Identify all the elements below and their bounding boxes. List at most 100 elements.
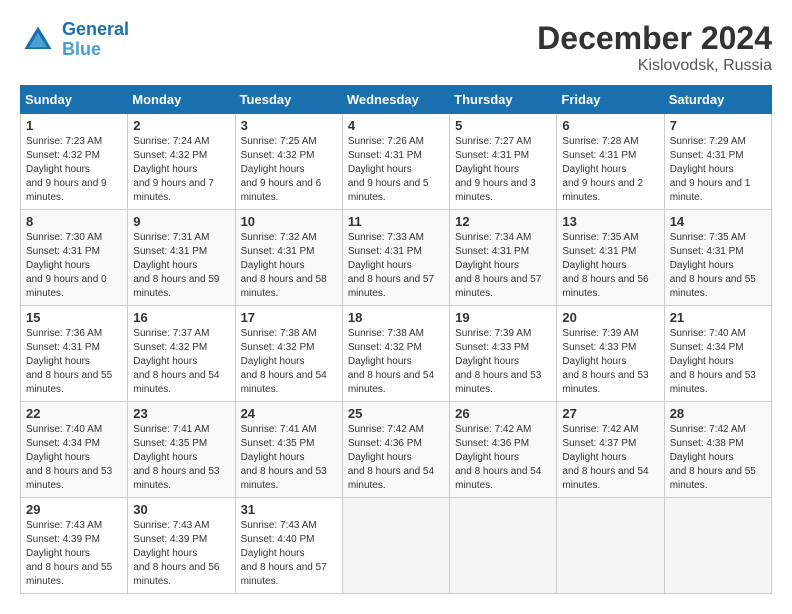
calendar-cell: 3 Sunrise: 7:25 AM Sunset: 4:32 PM Dayli… — [235, 114, 342, 210]
day-number: 2 — [133, 118, 229, 133]
location: Kislovodsk, Russia — [537, 57, 772, 75]
calendar-cell: 15 Sunrise: 7:36 AM Sunset: 4:31 PM Dayl… — [21, 306, 128, 402]
day-info: Sunrise: 7:32 AM Sunset: 4:31 PM Dayligh… — [241, 231, 337, 301]
day-number: 21 — [670, 310, 766, 325]
day-number: 7 — [670, 118, 766, 133]
logo-text: General Blue — [62, 20, 129, 60]
day-number: 17 — [241, 310, 337, 325]
day-info: Sunrise: 7:40 AM Sunset: 4:34 PM Dayligh… — [26, 423, 122, 493]
day-info: Sunrise: 7:26 AM Sunset: 4:31 PM Dayligh… — [348, 135, 444, 205]
month-title: December 2024 — [537, 20, 772, 57]
day-number: 11 — [348, 214, 444, 229]
day-info: Sunrise: 7:42 AM Sunset: 4:36 PM Dayligh… — [455, 423, 551, 493]
page-header: General Blue December 2024 Kislovodsk, R… — [20, 20, 772, 75]
day-number: 31 — [241, 502, 337, 517]
day-number: 25 — [348, 406, 444, 421]
calendar-cell — [557, 498, 664, 594]
calendar-cell: 2 Sunrise: 7:24 AM Sunset: 4:32 PM Dayli… — [128, 114, 235, 210]
day-number: 10 — [241, 214, 337, 229]
day-info: Sunrise: 7:33 AM Sunset: 4:31 PM Dayligh… — [348, 231, 444, 301]
day-number: 9 — [133, 214, 229, 229]
calendar-cell — [664, 498, 771, 594]
day-info: Sunrise: 7:38 AM Sunset: 4:32 PM Dayligh… — [348, 327, 444, 397]
calendar-cell: 8 Sunrise: 7:30 AM Sunset: 4:31 PM Dayli… — [21, 210, 128, 306]
calendar-cell — [450, 498, 557, 594]
day-number: 29 — [26, 502, 122, 517]
day-info: Sunrise: 7:40 AM Sunset: 4:34 PM Dayligh… — [670, 327, 766, 397]
calendar-cell: 30 Sunrise: 7:43 AM Sunset: 4:39 PM Dayl… — [128, 498, 235, 594]
calendar-week-2: 8 Sunrise: 7:30 AM Sunset: 4:31 PM Dayli… — [21, 210, 772, 306]
calendar-cell: 11 Sunrise: 7:33 AM Sunset: 4:31 PM Dayl… — [342, 210, 449, 306]
day-number: 24 — [241, 406, 337, 421]
title-section: December 2024 Kislovodsk, Russia — [537, 20, 772, 75]
calendar-cell: 1 Sunrise: 7:23 AM Sunset: 4:32 PM Dayli… — [21, 114, 128, 210]
calendar-cell: 5 Sunrise: 7:27 AM Sunset: 4:31 PM Dayli… — [450, 114, 557, 210]
weekday-header-thursday: Thursday — [450, 86, 557, 114]
weekday-header-wednesday: Wednesday — [342, 86, 449, 114]
calendar-week-3: 15 Sunrise: 7:36 AM Sunset: 4:31 PM Dayl… — [21, 306, 772, 402]
calendar-cell: 18 Sunrise: 7:38 AM Sunset: 4:32 PM Dayl… — [342, 306, 449, 402]
day-info: Sunrise: 7:43 AM Sunset: 4:39 PM Dayligh… — [133, 519, 229, 589]
day-number: 18 — [348, 310, 444, 325]
day-info: Sunrise: 7:41 AM Sunset: 4:35 PM Dayligh… — [241, 423, 337, 493]
day-number: 20 — [562, 310, 658, 325]
calendar-cell: 14 Sunrise: 7:35 AM Sunset: 4:31 PM Dayl… — [664, 210, 771, 306]
day-info: Sunrise: 7:41 AM Sunset: 4:35 PM Dayligh… — [133, 423, 229, 493]
day-info: Sunrise: 7:43 AM Sunset: 4:39 PM Dayligh… — [26, 519, 122, 589]
day-info: Sunrise: 7:42 AM Sunset: 4:38 PM Dayligh… — [670, 423, 766, 493]
day-info: Sunrise: 7:42 AM Sunset: 4:37 PM Dayligh… — [562, 423, 658, 493]
day-info: Sunrise: 7:39 AM Sunset: 4:33 PM Dayligh… — [455, 327, 551, 397]
calendar-cell: 16 Sunrise: 7:37 AM Sunset: 4:32 PM Dayl… — [128, 306, 235, 402]
logo-icon — [20, 22, 56, 58]
calendar-cell: 27 Sunrise: 7:42 AM Sunset: 4:37 PM Dayl… — [557, 402, 664, 498]
day-number: 23 — [133, 406, 229, 421]
calendar-cell: 26 Sunrise: 7:42 AM Sunset: 4:36 PM Dayl… — [450, 402, 557, 498]
day-info: Sunrise: 7:36 AM Sunset: 4:31 PM Dayligh… — [26, 327, 122, 397]
day-info: Sunrise: 7:35 AM Sunset: 4:31 PM Dayligh… — [562, 231, 658, 301]
calendar-cell: 22 Sunrise: 7:40 AM Sunset: 4:34 PM Dayl… — [21, 402, 128, 498]
calendar-cell: 21 Sunrise: 7:40 AM Sunset: 4:34 PM Dayl… — [664, 306, 771, 402]
day-number: 22 — [26, 406, 122, 421]
weekday-header-tuesday: Tuesday — [235, 86, 342, 114]
calendar-cell: 13 Sunrise: 7:35 AM Sunset: 4:31 PM Dayl… — [557, 210, 664, 306]
day-number: 27 — [562, 406, 658, 421]
day-info: Sunrise: 7:35 AM Sunset: 4:31 PM Dayligh… — [670, 231, 766, 301]
calendar-cell: 7 Sunrise: 7:29 AM Sunset: 4:31 PM Dayli… — [664, 114, 771, 210]
day-number: 14 — [670, 214, 766, 229]
day-number: 3 — [241, 118, 337, 133]
calendar-week-4: 22 Sunrise: 7:40 AM Sunset: 4:34 PM Dayl… — [21, 402, 772, 498]
calendar-cell: 19 Sunrise: 7:39 AM Sunset: 4:33 PM Dayl… — [450, 306, 557, 402]
day-info: Sunrise: 7:34 AM Sunset: 4:31 PM Dayligh… — [455, 231, 551, 301]
day-info: Sunrise: 7:29 AM Sunset: 4:31 PM Dayligh… — [670, 135, 766, 205]
day-info: Sunrise: 7:27 AM Sunset: 4:31 PM Dayligh… — [455, 135, 551, 205]
calendar-cell: 9 Sunrise: 7:31 AM Sunset: 4:31 PM Dayli… — [128, 210, 235, 306]
day-info: Sunrise: 7:42 AM Sunset: 4:36 PM Dayligh… — [348, 423, 444, 493]
weekday-header-saturday: Saturday — [664, 86, 771, 114]
day-info: Sunrise: 7:43 AM Sunset: 4:40 PM Dayligh… — [241, 519, 337, 589]
day-number: 28 — [670, 406, 766, 421]
day-number: 13 — [562, 214, 658, 229]
day-number: 8 — [26, 214, 122, 229]
weekday-header-friday: Friday — [557, 86, 664, 114]
day-info: Sunrise: 7:30 AM Sunset: 4:31 PM Dayligh… — [26, 231, 122, 301]
weekday-header-sunday: Sunday — [21, 86, 128, 114]
day-number: 4 — [348, 118, 444, 133]
day-info: Sunrise: 7:24 AM Sunset: 4:32 PM Dayligh… — [133, 135, 229, 205]
calendar-table: SundayMondayTuesdayWednesdayThursdayFrid… — [20, 85, 772, 594]
day-number: 26 — [455, 406, 551, 421]
weekday-header-row: SundayMondayTuesdayWednesdayThursdayFrid… — [21, 86, 772, 114]
calendar-cell: 10 Sunrise: 7:32 AM Sunset: 4:31 PM Dayl… — [235, 210, 342, 306]
day-number: 16 — [133, 310, 229, 325]
calendar-cell: 24 Sunrise: 7:41 AM Sunset: 4:35 PM Dayl… — [235, 402, 342, 498]
day-info: Sunrise: 7:37 AM Sunset: 4:32 PM Dayligh… — [133, 327, 229, 397]
day-number: 19 — [455, 310, 551, 325]
calendar-cell: 23 Sunrise: 7:41 AM Sunset: 4:35 PM Dayl… — [128, 402, 235, 498]
day-info: Sunrise: 7:31 AM Sunset: 4:31 PM Dayligh… — [133, 231, 229, 301]
day-info: Sunrise: 7:38 AM Sunset: 4:32 PM Dayligh… — [241, 327, 337, 397]
day-number: 12 — [455, 214, 551, 229]
day-number: 5 — [455, 118, 551, 133]
day-info: Sunrise: 7:23 AM Sunset: 4:32 PM Dayligh… — [26, 135, 122, 205]
calendar-cell: 6 Sunrise: 7:28 AM Sunset: 4:31 PM Dayli… — [557, 114, 664, 210]
day-info: Sunrise: 7:28 AM Sunset: 4:31 PM Dayligh… — [562, 135, 658, 205]
day-number: 30 — [133, 502, 229, 517]
